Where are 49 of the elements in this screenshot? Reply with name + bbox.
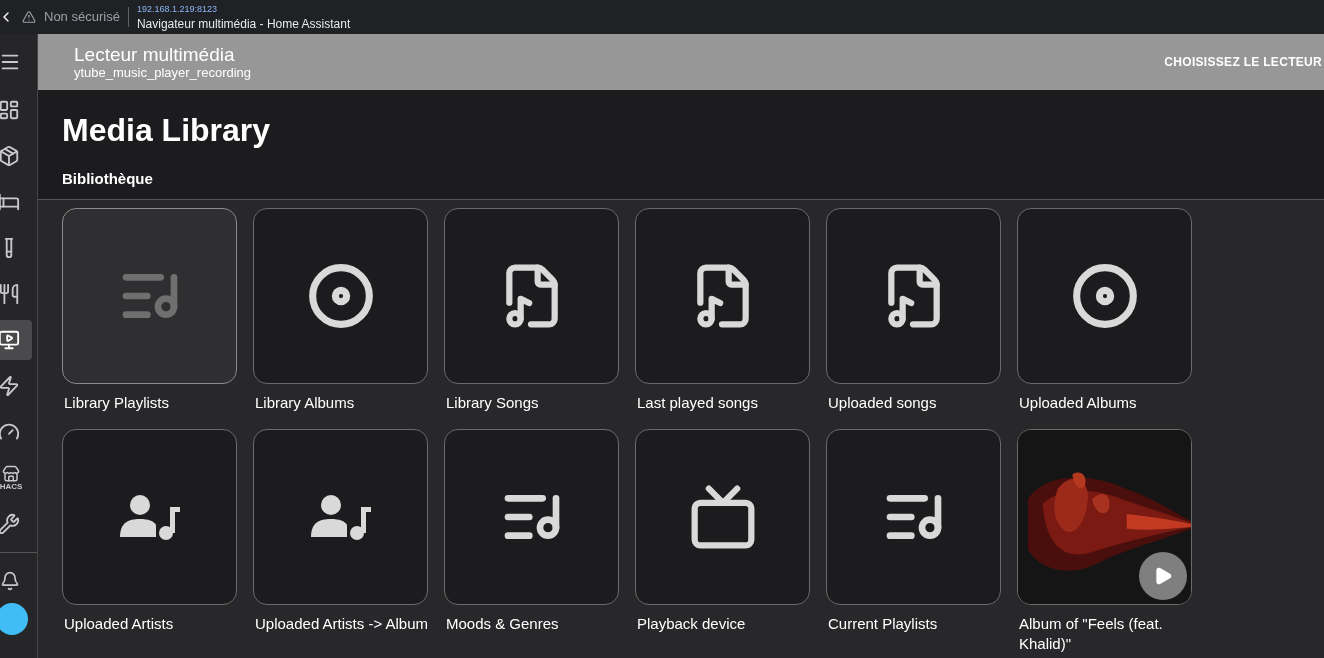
media-tile[interactable] — [444, 429, 619, 605]
media-tile[interactable] — [62, 208, 237, 384]
media-tile[interactable] — [253, 429, 428, 605]
tab-title: Navigateur multimédia - Home Assistant — [136, 17, 351, 30]
person-music-icon — [310, 493, 371, 541]
tile-label: Current Playlists — [828, 614, 939, 634]
tile-label: Uploaded Artists -> Album — [255, 614, 428, 634]
tile-label: Library Playlists — [64, 393, 171, 413]
disc-icon — [1070, 262, 1139, 330]
hacs-label: HACS — [0, 483, 23, 491]
play-icon — [1153, 566, 1173, 586]
person-music-icon — [119, 493, 180, 541]
media-tile[interactable] — [1017, 208, 1192, 384]
media-tile[interactable] — [826, 208, 1001, 384]
dashboard-icon — [0, 99, 20, 121]
header-subtitle: ytube_music_player_recording — [74, 66, 252, 79]
sidebar-item[interactable]: HACS — [0, 458, 32, 498]
library-subtitle: Bibliothèque — [62, 169, 154, 189]
media-tile[interactable] — [635, 429, 810, 605]
utensils-icon — [0, 283, 20, 305]
header-title: Lecteur multimédia — [74, 45, 236, 64]
media-tile[interactable] — [253, 208, 428, 384]
tile-label: Library Songs — [446, 393, 540, 413]
tile-label: Last played songs — [637, 393, 759, 413]
bed-icon — [0, 191, 20, 213]
tile-label: Uploaded Albums — [1019, 393, 1138, 413]
address-text[interactable]: 192.168.1.219:8123 — [136, 4, 351, 14]
tile-label: Uploaded songs — [828, 393, 938, 413]
disc-icon — [306, 262, 375, 330]
library-title: Media Library — [62, 114, 272, 146]
tile-label: Library Albums — [255, 393, 356, 413]
tile-label: Playback device — [637, 614, 747, 634]
media-tile[interactable] — [62, 429, 237, 605]
store-icon — [2, 465, 20, 483]
media-player-icon — [0, 329, 20, 351]
sidebar-item[interactable] — [0, 320, 32, 360]
bell-icon[interactable] — [0, 571, 20, 591]
media-tile[interactable] — [635, 208, 810, 384]
lightning-icon — [0, 375, 20, 397]
tile-label: Moods & Genres — [446, 614, 560, 634]
warning-icon — [22, 10, 36, 24]
package-icon — [0, 145, 20, 167]
wrench-icon — [0, 513, 20, 535]
media-tile[interactable] — [826, 429, 1001, 605]
tile-label: Album of "Feels (feat. Khalid)" — [1019, 614, 1164, 654]
security-label: Non sécurisé — [44, 7, 129, 27]
tile-label: Uploaded Artists — [64, 614, 175, 634]
avatar[interactable] — [0, 603, 28, 635]
media-tile[interactable] — [444, 208, 619, 384]
